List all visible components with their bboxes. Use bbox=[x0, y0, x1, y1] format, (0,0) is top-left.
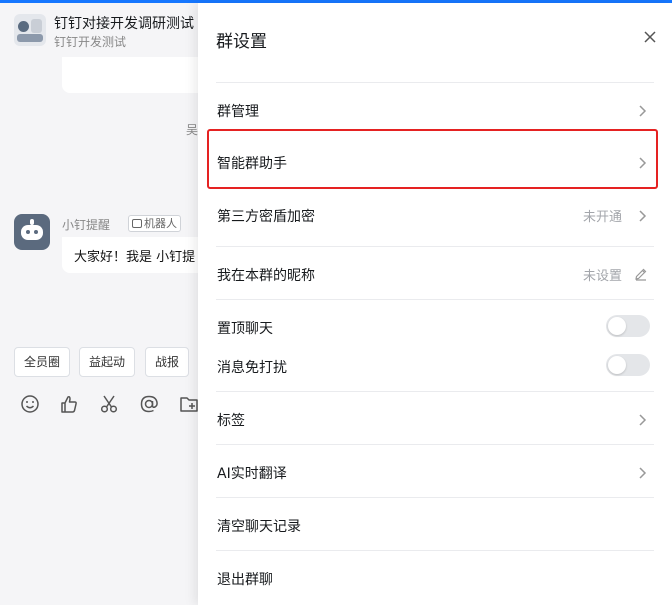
bot-message-text: 大家好！我是 小钉提 bbox=[74, 250, 196, 265]
quick-button-report[interactable]: 战报 bbox=[145, 347, 190, 377]
nickname-label: 我在本群的昵称 bbox=[217, 268, 315, 284]
pin-chat-row: 置顶聊天 bbox=[198, 305, 672, 349]
emoji-icon[interactable] bbox=[19, 393, 41, 415]
robot-icon bbox=[132, 219, 142, 228]
bot-message-bubble[interactable]: 大家好！我是 小钉提 bbox=[62, 237, 198, 273]
pin-chat-toggle[interactable] bbox=[606, 315, 650, 337]
tags-label: 标签 bbox=[217, 413, 245, 429]
ai-translate-label: AI实时翻译 bbox=[217, 466, 287, 482]
robot-avatar[interactable] bbox=[14, 214, 50, 250]
toggle-knob bbox=[608, 356, 626, 374]
group-settings-panel: 群设置 群管理 智能群助手 第三方密盾加密 未开通 我在本群的昵称 未设置 置顶… bbox=[198, 3, 672, 605]
sender-name: 小钉提醒 bbox=[62, 218, 111, 232]
at-icon[interactable] bbox=[138, 393, 160, 415]
divider bbox=[216, 82, 654, 83]
folder-add-icon[interactable] bbox=[178, 393, 198, 415]
mute-row: 消息免打扰 bbox=[198, 344, 672, 388]
system-message: 吴 bbox=[186, 123, 198, 137]
divider bbox=[216, 497, 654, 498]
chat-area: 钉钉对接开发调研测试 钉钉开发测试 ( 吴 小钉提醒 机器人 大家好！我是 小钉… bbox=[0, 3, 198, 605]
divider bbox=[216, 444, 654, 445]
edit-pencil-icon[interactable] bbox=[634, 266, 648, 281]
nickname-value: 未设置 bbox=[582, 269, 622, 284]
nickname-row[interactable]: 我在本群的昵称 未设置 bbox=[198, 252, 672, 296]
chat-header: 钉钉对接开发调研测试 钉钉开发测试 bbox=[14, 13, 198, 53]
scissors-icon[interactable] bbox=[98, 393, 120, 415]
divider bbox=[216, 246, 654, 247]
mute-toggle[interactable] bbox=[606, 354, 650, 376]
ai-translate-row[interactable]: AI实时翻译 bbox=[198, 450, 672, 494]
clear-history-label: 清空聊天记录 bbox=[217, 519, 301, 535]
quick-button-all-staff[interactable]: 全员圈 bbox=[14, 347, 71, 377]
group-manage-row[interactable]: 群管理 bbox=[198, 88, 672, 132]
pin-chat-label: 置顶聊天 bbox=[217, 321, 273, 337]
divider bbox=[216, 391, 654, 392]
encryption-label: 第三方密盾加密 bbox=[217, 209, 315, 225]
group-subtitle: 钉钉开发测试 bbox=[54, 35, 127, 49]
divider bbox=[216, 299, 654, 300]
chevron-right-icon bbox=[636, 465, 648, 479]
robot-tag: 机器人 bbox=[128, 215, 181, 232]
panel-title: 群设置 bbox=[216, 32, 267, 52]
thumbs-up-icon[interactable] bbox=[58, 393, 80, 415]
clear-history-row[interactable]: 清空聊天记录 bbox=[198, 503, 672, 547]
quick-button-yiqidong[interactable]: 益起动 bbox=[79, 347, 136, 377]
divider bbox=[216, 550, 654, 551]
close-icon[interactable] bbox=[642, 29, 658, 45]
encryption-status: 未开通 bbox=[582, 210, 622, 225]
group-avatar[interactable] bbox=[14, 14, 46, 46]
highlight-box bbox=[207, 129, 658, 189]
group-manage-label: 群管理 bbox=[217, 104, 259, 120]
chevron-right-icon bbox=[636, 208, 648, 222]
toggle-knob bbox=[608, 317, 626, 335]
group-title[interactable]: 钉钉对接开发调研测试 bbox=[54, 13, 194, 33]
mute-label: 消息免打扰 bbox=[217, 360, 287, 376]
chevron-right-icon bbox=[636, 103, 648, 117]
message-card[interactable]: ( bbox=[62, 57, 198, 93]
encryption-row[interactable]: 第三方密盾加密 未开通 bbox=[198, 193, 672, 237]
tags-row[interactable]: 标签 bbox=[198, 397, 672, 441]
leave-group-row[interactable]: 退出群聊 bbox=[198, 556, 672, 600]
leave-group-label: 退出群聊 bbox=[217, 572, 273, 588]
chevron-right-icon bbox=[636, 412, 648, 426]
